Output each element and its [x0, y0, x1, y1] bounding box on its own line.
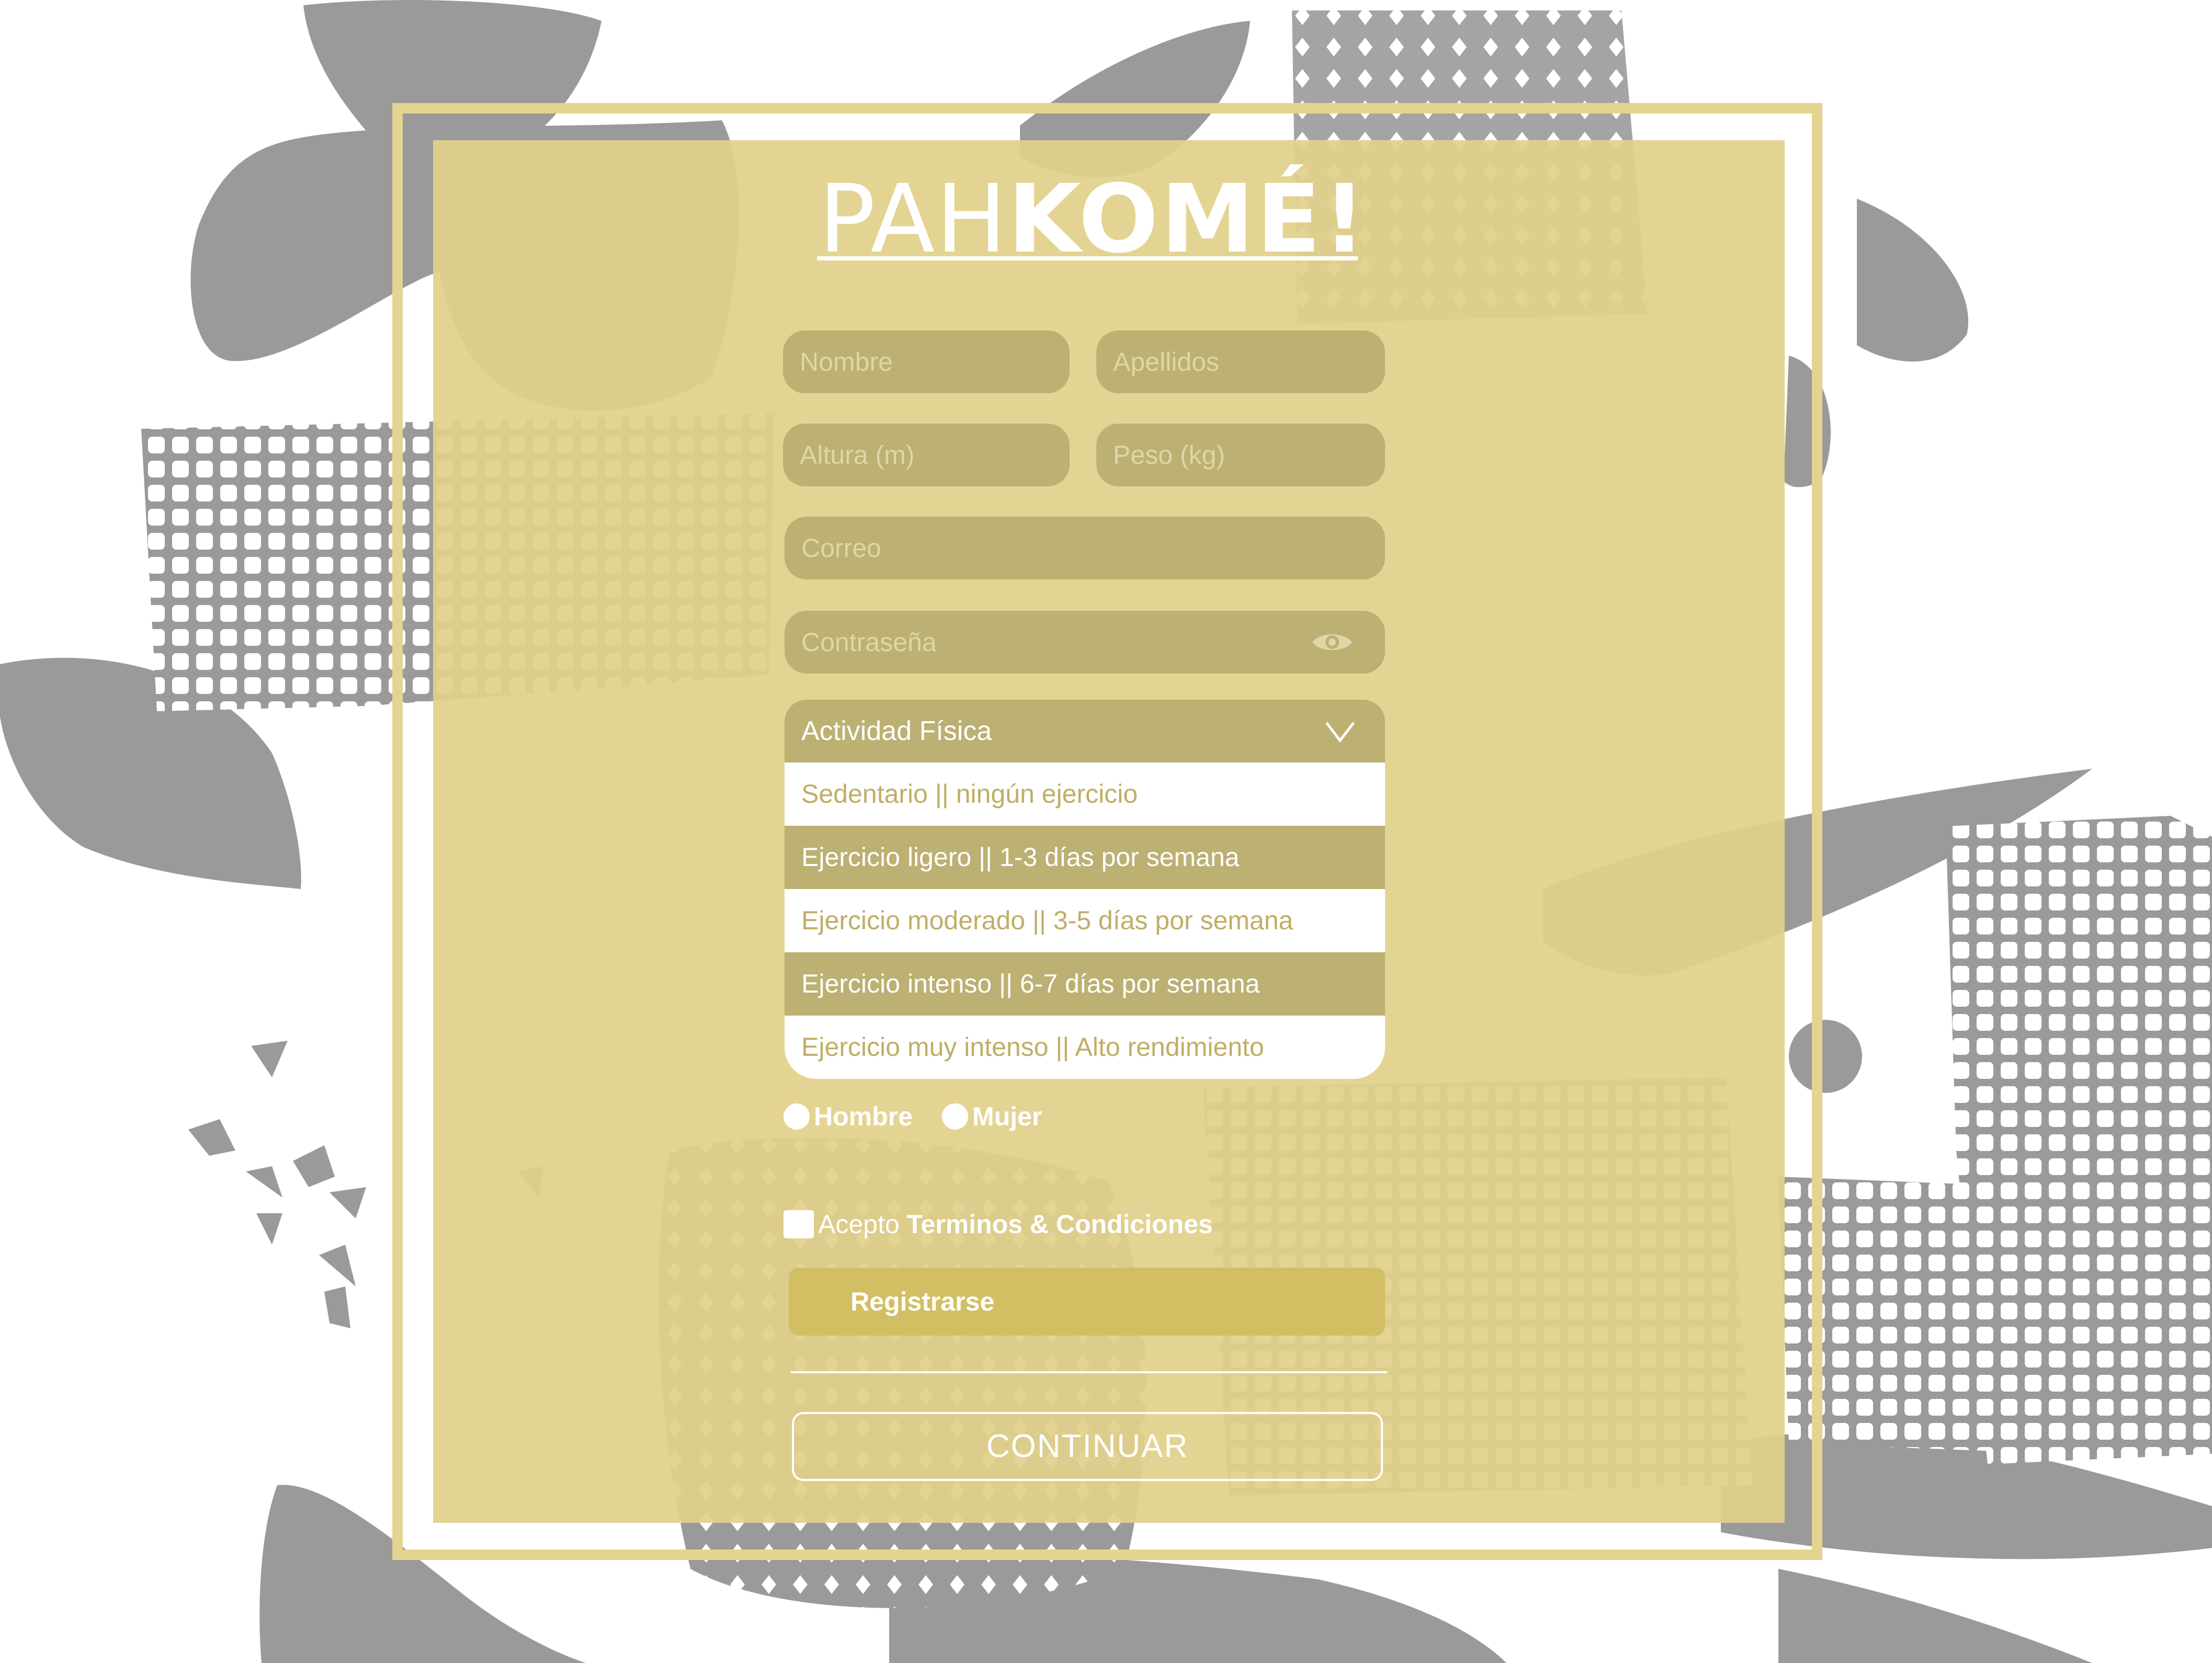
- activity-dropdown[interactable]: Actividad Física: [785, 700, 1385, 762]
- continue-button-label: CONTINUAR: [986, 1428, 1189, 1464]
- female-radio[interactable]: [941, 1103, 968, 1130]
- app-logo: PAHKOMÉ!: [819, 173, 1366, 267]
- terms-link[interactable]: Terminos & Condiciones: [907, 1210, 1213, 1239]
- activity-dropdown-label: Actividad Física: [801, 716, 992, 746]
- correo-placeholder: Correo: [801, 533, 881, 563]
- nombre-field[interactable]: Nombre: [783, 331, 1070, 393]
- nombre-placeholder: Nombre: [800, 347, 893, 377]
- activity-option-sedentario[interactable]: Sedentario || ningún ejercicio: [785, 762, 1385, 826]
- terms-row: Acepto Terminos & Condiciones: [784, 1206, 1213, 1243]
- chevron-down-icon: [1325, 722, 1355, 743]
- terms-prefix: Acepto: [818, 1210, 900, 1239]
- peso-placeholder: Peso (kg): [1113, 440, 1225, 470]
- correo-field[interactable]: Correo: [785, 517, 1385, 579]
- logo-underline: [817, 256, 1358, 260]
- continue-button[interactable]: CONTINUAR: [792, 1412, 1383, 1481]
- activity-option-ligero[interactable]: Ejercicio ligero || 1-3 días por semana: [785, 826, 1385, 889]
- contrasena-field[interactable]: Contraseña: [785, 611, 1385, 674]
- contrasena-placeholder: Contraseña: [801, 628, 937, 657]
- register-button[interactable]: Registrarse: [789, 1268, 1385, 1336]
- divider: [791, 1371, 1387, 1373]
- altura-field[interactable]: Altura (m): [783, 424, 1070, 486]
- activity-option-moderado[interactable]: Ejercicio moderado || 3-5 días por seman…: [785, 889, 1385, 952]
- eye-icon[interactable]: [1311, 629, 1354, 656]
- male-radio[interactable]: [784, 1103, 810, 1130]
- apellidos-field[interactable]: Apellidos: [1096, 331, 1385, 393]
- activity-option-muy-intenso[interactable]: Ejercicio muy intenso || Alto rendimient…: [785, 1016, 1385, 1079]
- altura-placeholder: Altura (m): [800, 440, 915, 470]
- activity-option-intenso[interactable]: Ejercicio intenso || 6-7 días por semana: [785, 952, 1385, 1016]
- peso-field[interactable]: Peso (kg): [1096, 424, 1385, 486]
- activity-options-list: Sedentario || ningún ejercicio Ejercicio…: [785, 762, 1385, 1079]
- register-button-label: Registrarse: [850, 1287, 995, 1316]
- male-label: Hombre: [814, 1102, 913, 1131]
- female-label: Mujer: [972, 1102, 1042, 1131]
- apellidos-placeholder: Apellidos: [1113, 347, 1219, 377]
- terms-checkbox[interactable]: [784, 1210, 814, 1238]
- gender-radio-group: Hombre Mujer: [784, 1098, 1071, 1135]
